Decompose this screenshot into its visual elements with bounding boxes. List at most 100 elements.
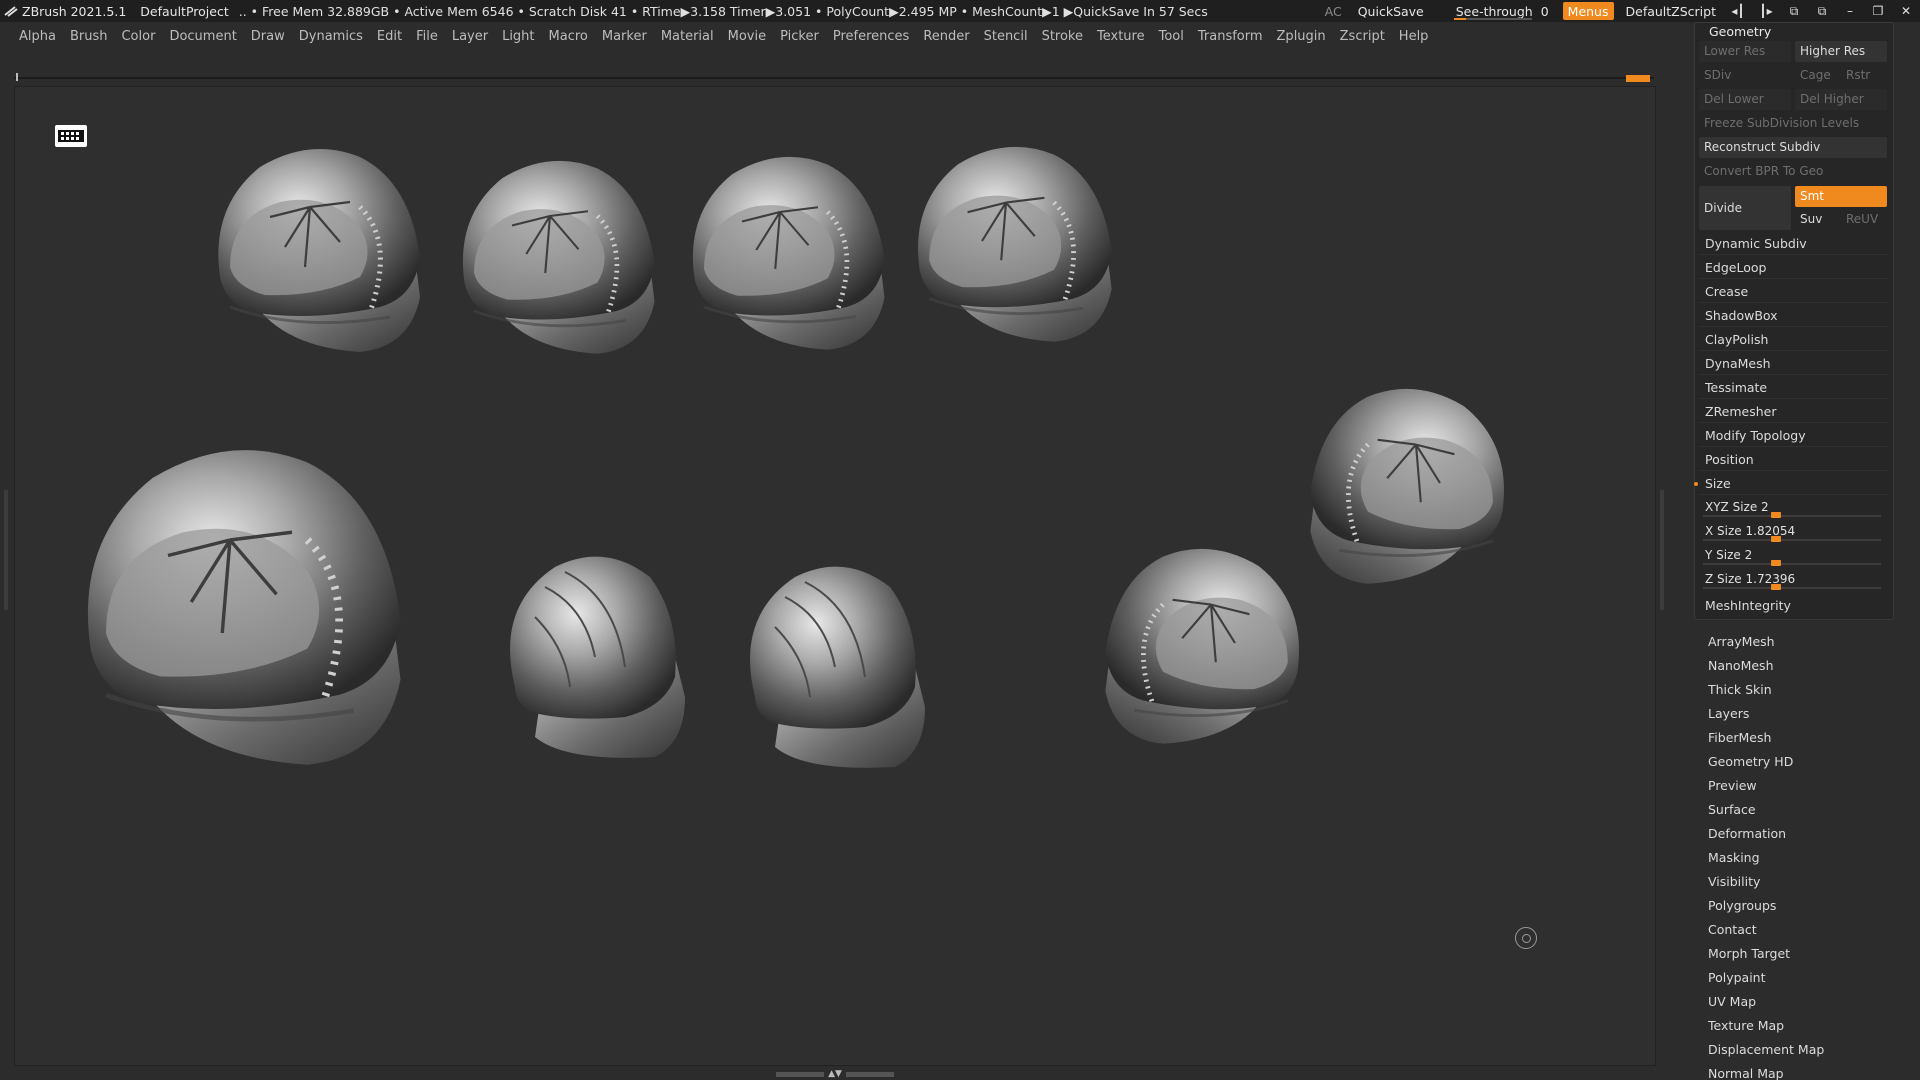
tessimate-item[interactable]: Tessimate [1699, 377, 1889, 399]
displacement-map-item[interactable]: Displacement Map [1700, 1038, 1900, 1062]
z-size-knob[interactable] [1770, 584, 1781, 590]
bottom-tray-handle[interactable]: ▲▼ [770, 1068, 900, 1080]
higher-res-button[interactable]: Higher Res [1795, 41, 1887, 62]
layout-left-icon[interactable]: ◂┃ [1724, 0, 1752, 22]
menu-marker[interactable]: Marker [595, 29, 654, 44]
menu-alpha[interactable]: Alpha [12, 29, 63, 44]
menu-picker[interactable]: Picker [773, 29, 826, 44]
see-through-slider[interactable]: See-through 0 [1446, 0, 1559, 22]
thick-skin-item[interactable]: Thick Skin [1700, 678, 1900, 702]
divide-button[interactable]: Divide [1699, 186, 1791, 230]
crease-item[interactable]: Crease [1699, 281, 1889, 303]
lower-res-button[interactable]: Lower Res [1699, 41, 1791, 62]
menu-preferences[interactable]: Preferences [826, 29, 916, 44]
menu-file[interactable]: File [409, 29, 445, 44]
xyz-size-knob[interactable] [1770, 512, 1781, 518]
menu-zplugin[interactable]: Zplugin [1270, 29, 1333, 44]
reconstruct-subdiv-button[interactable]: Reconstruct Subdiv [1699, 137, 1887, 158]
edgeloop-item[interactable]: EdgeLoop [1699, 257, 1889, 279]
menu-light[interactable]: Light [495, 29, 541, 44]
nanomesh-item[interactable]: NanoMesh [1700, 654, 1900, 678]
menu-texture[interactable]: Texture [1090, 29, 1152, 44]
polypaint-item[interactable]: Polypaint [1700, 966, 1900, 990]
dynamic-subdiv-item[interactable]: Dynamic Subdiv [1699, 233, 1889, 255]
mesh-integrity-item[interactable]: MeshIntegrity [1699, 595, 1889, 617]
cage-button[interactable]: Cage [1795, 65, 1839, 86]
claypolish-item[interactable]: ClayPolish [1699, 329, 1889, 351]
del-lower-button[interactable]: Del Lower [1699, 89, 1791, 110]
left-tray-grip[interactable] [4, 490, 8, 610]
menu-color[interactable]: Color [114, 29, 162, 44]
fibermesh-item[interactable]: FiberMesh [1700, 726, 1900, 750]
position-item[interactable]: Position [1699, 449, 1889, 471]
visibility-item[interactable]: Visibility [1700, 870, 1900, 894]
timeline-start-tick [16, 73, 18, 81]
x-size-slider[interactable]: X Size 1.82054 [1699, 521, 1889, 543]
menu-dynamics[interactable]: Dynamics [292, 29, 370, 44]
gyro-pivot-icon[interactable] [1515, 927, 1537, 949]
menu-movie[interactable]: Movie [721, 29, 773, 44]
reuv-toggle[interactable]: ReUV [1841, 209, 1887, 230]
geometry-hd-item[interactable]: Geometry HD [1700, 750, 1900, 774]
close-icon[interactable]: ✕ [1892, 0, 1920, 22]
del-higher-button[interactable]: Del Higher [1795, 89, 1887, 110]
contact-item[interactable]: Contact [1700, 918, 1900, 942]
modify-topology-item[interactable]: Modify Topology [1699, 425, 1889, 447]
surface-item[interactable]: Surface [1700, 798, 1900, 822]
default-zscript-button[interactable]: DefaultZScript [1618, 0, 1725, 22]
texture-map-item[interactable]: Texture Map [1700, 1014, 1900, 1038]
menus-button[interactable]: Menus [1562, 2, 1614, 20]
menu-draw[interactable]: Draw [244, 29, 292, 44]
preview-item[interactable]: Preview [1700, 774, 1900, 798]
quicksave-button[interactable]: QuickSave [1350, 0, 1432, 22]
rstr-button[interactable]: Rstr [1841, 65, 1887, 86]
xyz-size-label: XYZ Size [1705, 500, 1758, 514]
normal-map-item[interactable]: Normal Map [1700, 1062, 1900, 1080]
dynamesh-item[interactable]: DynaMesh [1699, 353, 1889, 375]
layout-window-icon[interactable]: ⧉ [1808, 0, 1836, 22]
morph-target-item[interactable]: Morph Target [1700, 942, 1900, 966]
xyz-size-slider[interactable]: XYZ Size 2 [1699, 497, 1889, 519]
menu-stroke[interactable]: Stroke [1035, 29, 1090, 44]
deformation-item[interactable]: Deformation [1700, 822, 1900, 846]
restore-icon[interactable]: ❐ [1864, 0, 1892, 22]
freeze-subdivision-button[interactable]: Freeze SubDivision Levels [1699, 113, 1887, 134]
timeline-track[interactable] [14, 73, 1654, 83]
geometry-title[interactable]: Geometry [1709, 23, 1771, 41]
y-size-slider[interactable]: Y Size 2 [1699, 545, 1889, 567]
menu-tool[interactable]: Tool [1152, 29, 1191, 44]
z-size-slider[interactable]: Z Size 1.72396 [1699, 569, 1889, 591]
layout-stack-icon[interactable]: ⧉ [1780, 0, 1808, 22]
layout-right-icon[interactable]: ┃▸ [1752, 0, 1780, 22]
minimize-icon[interactable]: – [1836, 0, 1864, 22]
document-canvas[interactable] [14, 86, 1656, 1066]
uv-map-item[interactable]: UV Map [1700, 990, 1900, 1014]
layers-item[interactable]: Layers [1700, 702, 1900, 726]
menu-material[interactable]: Material [654, 29, 721, 44]
convert-bpr-button[interactable]: Convert BPR To Geo [1699, 161, 1887, 182]
menu-edit[interactable]: Edit [370, 29, 409, 44]
menu-macro[interactable]: Macro [542, 29, 595, 44]
menu-render[interactable]: Render [916, 29, 976, 44]
shadowbox-item[interactable]: ShadowBox [1699, 305, 1889, 327]
arraymesh-item[interactable]: ArrayMesh [1700, 630, 1900, 654]
masking-item[interactable]: Masking [1700, 846, 1900, 870]
menu-stencil[interactable]: Stencil [977, 29, 1035, 44]
right-tray-grip[interactable] [1660, 490, 1664, 610]
menu-document[interactable]: Document [162, 29, 243, 44]
menu-help[interactable]: Help [1392, 29, 1436, 44]
smt-toggle[interactable]: Smt [1795, 186, 1887, 207]
timeline-marker[interactable] [1626, 75, 1650, 82]
menu-zscript[interactable]: Zscript [1333, 29, 1392, 44]
menu-layer[interactable]: Layer [445, 29, 495, 44]
menu-brush[interactable]: Brush [63, 29, 115, 44]
sdiv-slider[interactable]: SDiv [1699, 65, 1791, 86]
menu-transform[interactable]: Transform [1191, 29, 1270, 44]
zremesher-item[interactable]: ZRemesher [1699, 401, 1889, 423]
suv-toggle[interactable]: Suv [1795, 209, 1839, 230]
polygroups-item[interactable]: Polygroups [1700, 894, 1900, 918]
x-size-knob[interactable] [1770, 536, 1781, 542]
ac-button[interactable]: AC [1317, 0, 1350, 22]
size-item[interactable]: Size [1694, 473, 1889, 495]
y-size-knob[interactable] [1770, 560, 1781, 566]
